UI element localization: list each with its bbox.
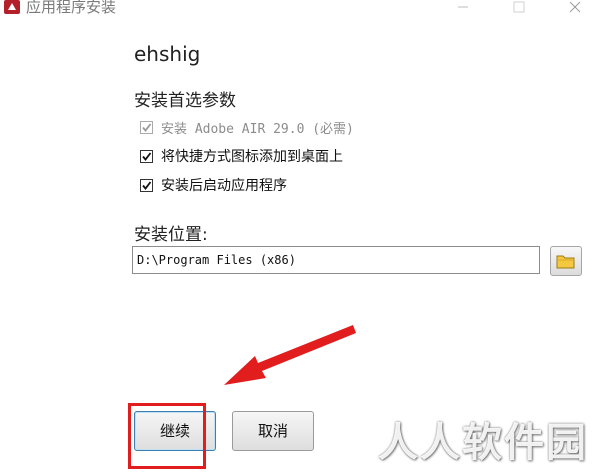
cancel-button[interactable]: 取消 bbox=[232, 411, 314, 451]
annotation-arrow bbox=[224, 325, 356, 385]
annotation-highlight-box bbox=[128, 403, 206, 469]
watermark: 人人软件园 bbox=[378, 420, 588, 466]
